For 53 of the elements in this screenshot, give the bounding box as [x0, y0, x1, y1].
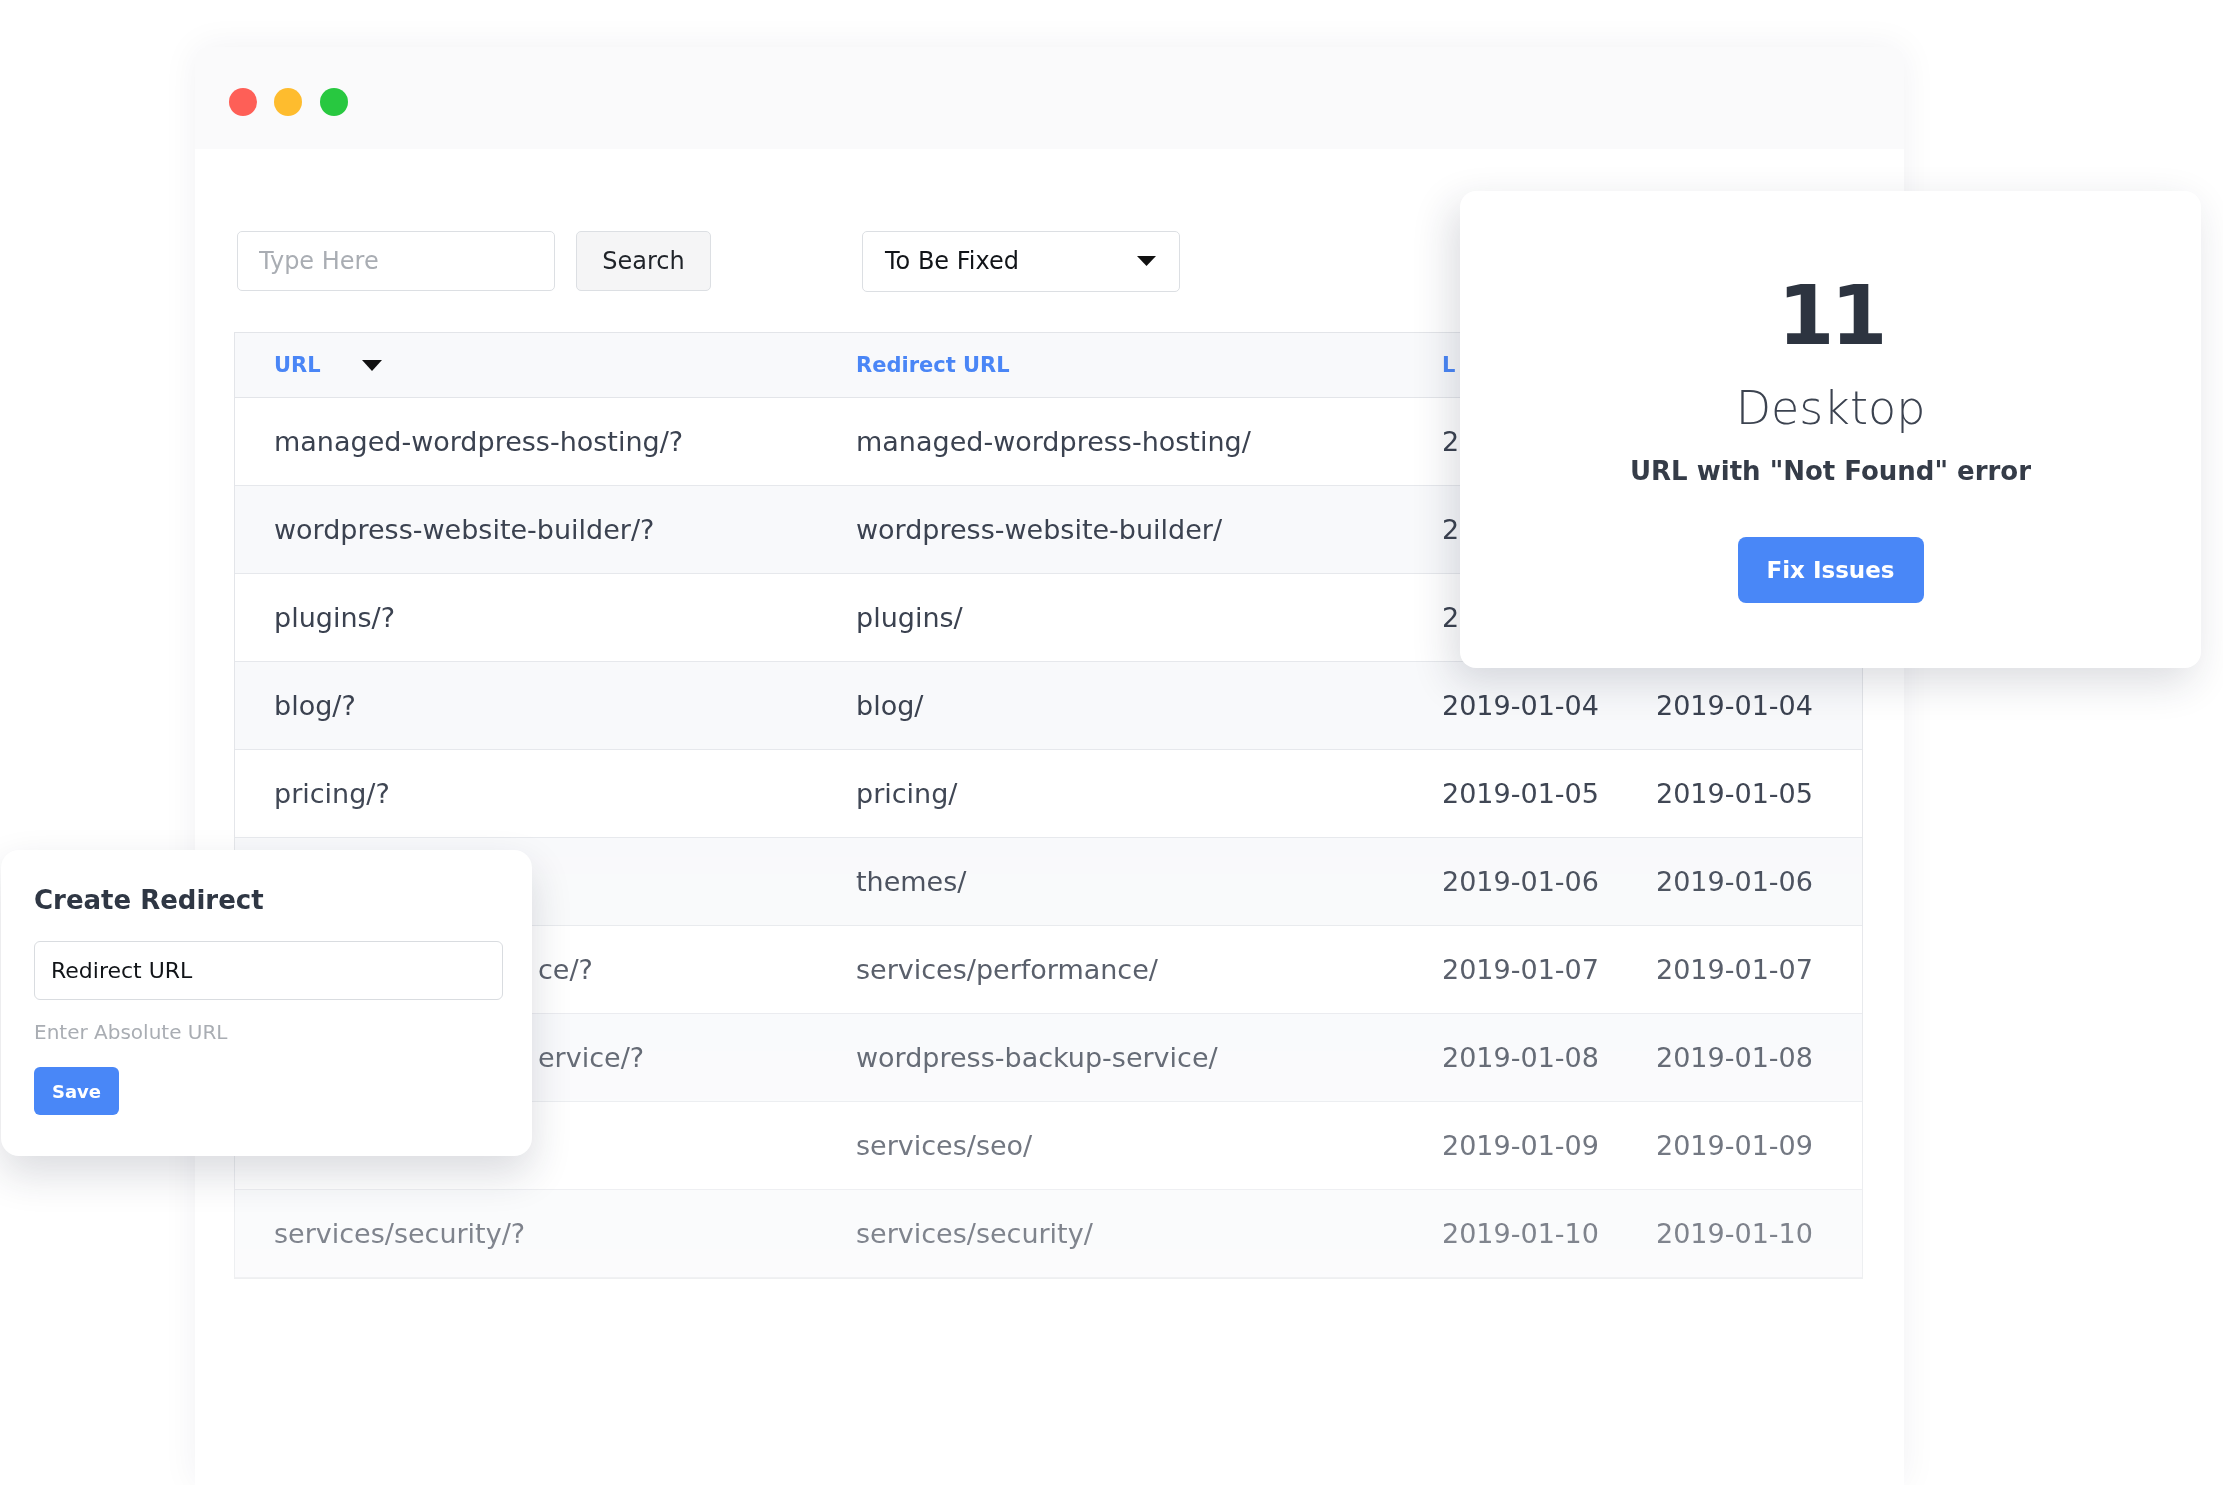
- table-cell: 2019-01-08: [1656, 1042, 1813, 1073]
- table-cell: wordpress-website-builder/?: [274, 514, 655, 545]
- table-cell: services/security/: [856, 1218, 1093, 1249]
- caret-icon: [1137, 256, 1156, 266]
- table-cell: 2019-01-04: [1656, 690, 1813, 721]
- search-field[interactable]: Type Here: [237, 231, 555, 291]
- column-header[interactable]: L: [1442, 353, 1456, 377]
- table-cell: 2019-01-09: [1442, 1130, 1599, 1161]
- column-header[interactable]: URL: [274, 353, 382, 377]
- table-cell: 2019-01-10: [1442, 1218, 1599, 1249]
- table-cell: plugins/?: [274, 602, 395, 633]
- window-control-icon[interactable]: [319, 88, 348, 116]
- table-cell: 2019-01-08: [1442, 1042, 1599, 1073]
- table-cell: 2: [1442, 514, 1460, 545]
- table-cell: ce/?: [538, 954, 593, 985]
- table-cell: 2019-01-09: [1656, 1130, 1813, 1161]
- table-cell: 2019-01-10: [1656, 1218, 1813, 1249]
- window-control-icon[interactable]: [274, 88, 302, 116]
- table-cell: 2019-01-07: [1656, 954, 1813, 985]
- table-cell: services/seo/: [856, 1130, 1033, 1161]
- table-cell: 2019-01-05: [1656, 778, 1813, 809]
- table-cell: pricing/?: [274, 778, 390, 809]
- issue-count: 11: [1777, 275, 1884, 357]
- table-cell: wordpress-backup-service/: [856, 1042, 1218, 1073]
- table-cell: managed-wordpress-hosting/: [856, 426, 1251, 457]
- table-cell: services/performance/: [856, 954, 1158, 985]
- fix-issues-button[interactable]: Fix Issues: [1737, 537, 1924, 603]
- table-cell: pricing/: [856, 778, 958, 809]
- redirect-url-field[interactable]: Redirect URL: [34, 941, 503, 1000]
- table-cell: 2019-01-07: [1442, 954, 1599, 985]
- form-title: Create Redirect: [34, 885, 264, 916]
- column-header[interactable]: Redirect URL: [856, 353, 1010, 377]
- table-cell: 2019-01-06: [1442, 866, 1599, 897]
- table-cell: 2019-01-04: [1442, 690, 1599, 721]
- field-hint: Enter Absolute URL: [34, 1020, 228, 1044]
- table-cell: themes/: [856, 866, 967, 897]
- window-control-icon[interactable]: [228, 88, 257, 116]
- table-cell: managed-wordpress-hosting/?: [274, 426, 684, 457]
- issue-description: URL with "Not Found" error: [1629, 455, 2032, 487]
- table-cell: 2019-01-05: [1442, 778, 1599, 809]
- save-button[interactable]: Save: [34, 1067, 119, 1115]
- table-cell: services/security/?: [274, 1218, 526, 1249]
- table-cell: wordpress-website-builder/: [856, 514, 1223, 545]
- table-cell: blog/: [856, 690, 924, 721]
- table-cell: ervice/?: [538, 1042, 645, 1073]
- search-button[interactable]: Search: [576, 231, 711, 291]
- table-cell: plugins/: [856, 602, 963, 633]
- table-cell: 2019-01-06: [1656, 866, 1813, 897]
- table-cell: blog/?: [274, 690, 356, 721]
- filter-dropdown[interactable]: To Be Fixed: [862, 230, 1180, 292]
- device-label: Desktop: [1735, 380, 1926, 436]
- table-cell: 2: [1442, 426, 1460, 457]
- table-cell: 2: [1442, 602, 1460, 633]
